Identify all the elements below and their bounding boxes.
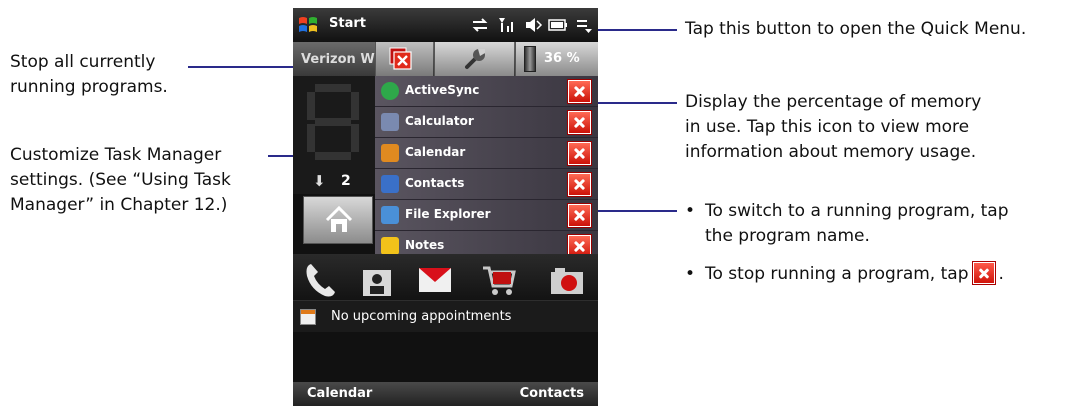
home-tab[interactable] bbox=[303, 196, 373, 244]
bullet-switch-line1: To switch to a running program, tap bbox=[705, 201, 1009, 221]
download-icon: ⬇ bbox=[313, 172, 326, 190]
task-name[interactable]: Notes bbox=[405, 238, 444, 252]
task-row[interactable]: File Explorer bbox=[375, 200, 598, 231]
quick-menu-icon[interactable] bbox=[575, 16, 593, 34]
close-icon bbox=[972, 262, 995, 284]
quick-menu-annotation: Tap this button to open the Quick Menu. bbox=[685, 19, 1027, 39]
customize-annotation-line2: settings. (See “Using Task bbox=[10, 170, 231, 190]
activesync-icon bbox=[381, 82, 399, 100]
title-bar: Start bbox=[293, 8, 598, 42]
phone-icon[interactable] bbox=[301, 258, 341, 300]
memory-annotation-line1: Display the percentage of memory bbox=[685, 92, 982, 112]
stop-all-annotation-line1: Stop all currently bbox=[10, 52, 156, 72]
close-program-button[interactable] bbox=[568, 142, 591, 165]
running-programs-list: ActiveSync Calculator Calendar Contacts … bbox=[375, 76, 598, 264]
task-name[interactable]: ActiveSync bbox=[405, 83, 479, 97]
stop-all-annotation-line2: running programs. bbox=[10, 77, 168, 97]
task-row[interactable]: Calculator bbox=[375, 107, 598, 138]
stop-all-icon bbox=[389, 47, 412, 70]
memory-annotation-line2: in use. Tap this icon to view more bbox=[685, 117, 970, 137]
battery-icon[interactable] bbox=[547, 16, 569, 34]
memory-annotation-line3: information about memory usage. bbox=[685, 142, 977, 162]
stop-all-button[interactable] bbox=[375, 42, 433, 76]
contacts-softkey[interactable]: Contacts bbox=[520, 386, 584, 401]
customize-annotation-line1: Customize Task Manager bbox=[10, 145, 222, 165]
home-icon bbox=[325, 205, 353, 232]
task-row[interactable]: ActiveSync bbox=[375, 76, 598, 107]
close-program-button[interactable] bbox=[568, 204, 591, 227]
customize-annotation: Customize Task Manager settings. (See “U… bbox=[10, 143, 231, 218]
task-manager-settings-button[interactable] bbox=[434, 42, 514, 76]
bullet-char: • bbox=[685, 201, 696, 221]
download-count: 2 bbox=[341, 173, 351, 189]
bullet-stop-text: To stop running a program, tap bbox=[705, 264, 969, 284]
memory-percent: 36 % bbox=[544, 51, 580, 66]
bullet-char: • bbox=[685, 264, 696, 284]
people-icon[interactable] bbox=[357, 258, 397, 300]
task-row[interactable]: Contacts bbox=[375, 169, 598, 200]
camera-icon[interactable] bbox=[547, 258, 587, 300]
close-program-button[interactable] bbox=[568, 111, 591, 134]
calendar-softkey[interactable]: Calendar bbox=[307, 386, 372, 401]
customize-annotation-line3: Manager” in Chapter 12.) bbox=[10, 195, 228, 215]
home-icon-bar bbox=[293, 254, 598, 304]
volume-icon[interactable] bbox=[523, 16, 543, 34]
wrench-icon bbox=[465, 49, 485, 69]
quick-menu-callout-line bbox=[597, 29, 677, 31]
file-explorer-icon bbox=[381, 206, 399, 224]
task-name[interactable]: File Explorer bbox=[405, 207, 491, 221]
download-status: ⬇ 2 bbox=[293, 168, 375, 194]
calculator-icon bbox=[381, 113, 399, 131]
signal-icon[interactable] bbox=[497, 16, 517, 34]
calendar-icon bbox=[381, 144, 399, 162]
shopping-cart-icon[interactable] bbox=[479, 258, 519, 300]
memory-usage-button[interactable]: 36 % bbox=[515, 42, 598, 76]
soft-key-bar: Calendar Contacts bbox=[293, 382, 598, 406]
task-name[interactable]: Contacts bbox=[405, 176, 464, 190]
task-name[interactable]: Calculator bbox=[405, 114, 474, 128]
close-program-button[interactable] bbox=[568, 173, 591, 196]
contacts-icon bbox=[381, 175, 399, 193]
close-program-button[interactable] bbox=[568, 80, 591, 103]
bullet-stop-period: . bbox=[998, 264, 1004, 284]
bullet-switch-line2: the program name. bbox=[705, 226, 870, 246]
carrier-tab[interactable]: Verizon W bbox=[301, 52, 376, 67]
appointment-text: No upcoming appointments bbox=[331, 309, 512, 324]
messaging-icon[interactable] bbox=[415, 258, 455, 300]
sync-icon[interactable] bbox=[471, 16, 489, 34]
running-program-callout-line bbox=[597, 210, 677, 212]
notes-icon bbox=[381, 237, 399, 255]
task-row[interactable]: Calendar bbox=[375, 138, 598, 169]
appointments-row[interactable]: No upcoming appointments bbox=[293, 300, 598, 332]
digital-clock-digit bbox=[307, 84, 359, 160]
memory-annotation: Display the percentage of memory in use.… bbox=[685, 90, 981, 165]
calendar-icon bbox=[300, 309, 316, 325]
windows-start-icon[interactable] bbox=[297, 14, 319, 36]
start-label[interactable]: Start bbox=[329, 16, 366, 31]
phone-screen: Start Verizon W 36 % ⬇ 2 ActiveSync Calc… bbox=[293, 8, 598, 406]
memory-chip-icon bbox=[524, 46, 536, 72]
bullet-switch-program: • To switch to a running program, tap th… bbox=[685, 199, 1009, 249]
task-name[interactable]: Calendar bbox=[405, 145, 465, 159]
bullet-stop-program: • To stop running a program, tap. bbox=[685, 262, 1004, 287]
stop-all-annotation: Stop all currently running programs. bbox=[10, 50, 168, 100]
clock-panel bbox=[293, 76, 375, 168]
